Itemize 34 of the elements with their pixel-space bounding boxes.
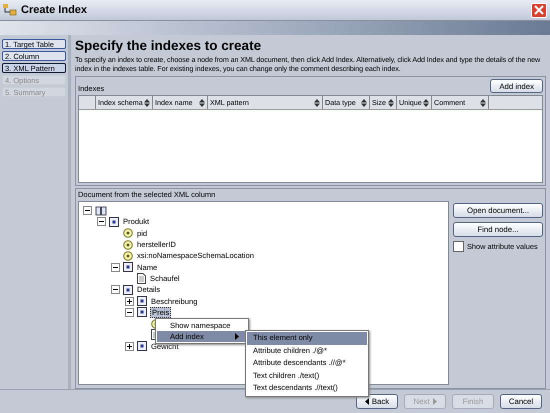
checkbox[interactable]	[453, 241, 464, 252]
element-icon	[123, 284, 133, 295]
element-icon	[137, 307, 147, 318]
expand-toggle-icon[interactable]	[125, 342, 134, 351]
sort-icon	[388, 98, 394, 106]
sort-icon	[314, 98, 320, 106]
document-icon	[95, 206, 107, 216]
next-arrow-icon	[432, 398, 437, 405]
close-icon	[534, 5, 544, 15]
sort-icon	[480, 98, 486, 106]
back-arrow-icon	[364, 398, 369, 405]
close-button[interactable]	[531, 2, 547, 18]
expand-toggle-icon[interactable]	[111, 262, 120, 272]
attribute-icon	[123, 250, 133, 261]
element-icon	[109, 216, 119, 227]
expand-toggle-icon[interactable]	[125, 296, 134, 306]
expand-toggle-icon[interactable]	[111, 285, 120, 294]
element-icon	[137, 296, 147, 306]
text-node-icon	[137, 272, 146, 284]
expand-toggle-icon[interactable]	[97, 217, 106, 226]
expand-toggle-icon[interactable]	[83, 206, 92, 216]
attribute-icon	[123, 228, 133, 238]
sort-icon	[361, 98, 367, 106]
attribute-icon	[123, 240, 133, 250]
submenu-arrow-icon	[235, 333, 239, 340]
window-title: Create Index	[21, 4, 88, 16]
element-icon	[137, 341, 147, 352]
app-icon	[3, 4, 17, 16]
sort-icon	[199, 98, 205, 106]
element-icon	[123, 262, 133, 272]
sort-icon	[144, 98, 150, 106]
expand-toggle-icon[interactable]	[125, 308, 134, 317]
page-heading: Specify the indexes to create	[75, 37, 262, 55]
sort-icon	[423, 98, 429, 106]
